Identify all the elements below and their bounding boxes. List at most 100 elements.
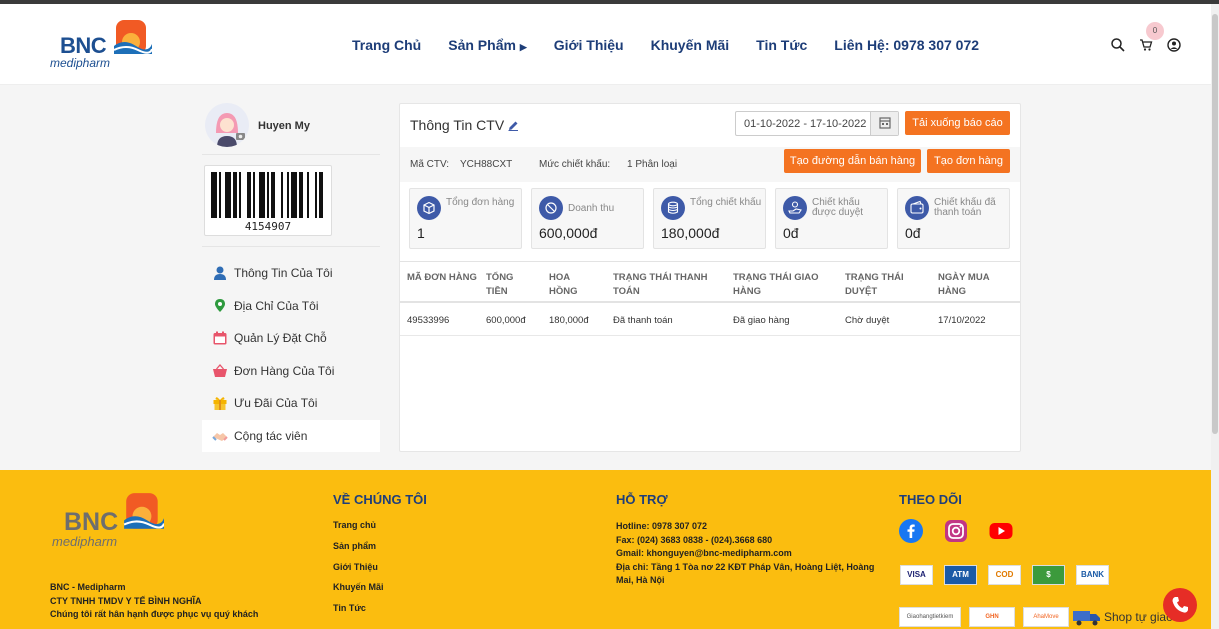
logo-subtext: medipharm	[52, 534, 118, 549]
column-header: Tổng tiền	[486, 272, 514, 297]
about-heading: VỀ CHÚNG TÔI	[333, 492, 427, 507]
footer-link-about[interactable]: Giới Thiệu	[333, 562, 384, 583]
nav-products[interactable]: Sản Phẩm ▶	[448, 37, 527, 53]
search-icon[interactable]	[1111, 38, 1125, 52]
bank-logo: BANK	[1076, 565, 1109, 585]
stat-total-commission: Tổng chiết khấu 180,000đ	[653, 188, 766, 249]
calendar-icon[interactable]	[870, 112, 898, 135]
stat-revenue: Doanh thu 600,000đ	[531, 188, 644, 249]
barcode-stripe	[325, 172, 327, 218]
stat-label: Tổng chiết khấu	[690, 197, 762, 208]
social-links	[899, 519, 1013, 543]
site-footer: BNC medipharm BNC - Medipharm CTY TNHH T…	[0, 470, 1211, 629]
nav-contact[interactable]: Liên Hệ: 0978 307 072	[834, 37, 979, 53]
company-info: BNC - Medipharm CTY TNHH TMDV Y TẾ BÌNH …	[50, 581, 258, 622]
menu-my-offers[interactable]: Ưu Đãi Của Tôi	[202, 387, 380, 420]
menu-my-info[interactable]: Thông Tin Của Tôi	[202, 257, 380, 290]
coins-stack-icon	[661, 196, 685, 220]
truck-icon	[1072, 607, 1102, 627]
cart-icon[interactable]	[1139, 38, 1153, 52]
nav-news[interactable]: Tin Tức	[756, 37, 807, 53]
about-links: Trang chủ Sản phẩm Giới Thiệu Khuyến Mãi…	[333, 520, 384, 624]
user-icon[interactable]	[1167, 38, 1181, 52]
ctv-info-panel: Thông Tin CTV 01-10-2022 - 17-10-2022 Tả…	[399, 103, 1021, 452]
basket-icon	[212, 363, 228, 379]
ctv-code-value: YCH88CXT	[460, 159, 513, 170]
column-header: Trạng thái thanh toán	[613, 272, 708, 297]
menu-label: Quản Lý Đặt Chỗ	[234, 331, 327, 346]
footer-link-promotions[interactable]: Khuyến Mãi	[333, 582, 384, 603]
main-nav: Trang Chủ Sản Phẩm ▶ Giới Thiệu Khuyến M…	[352, 37, 979, 53]
footer-link-home[interactable]: Trang chủ	[333, 520, 384, 541]
support-hotline: Hotline: 0978 307 072	[616, 521, 708, 531]
menu-my-orders[interactable]: Đơn Hàng Của Tôi	[202, 355, 380, 388]
handshake-icon	[212, 428, 228, 444]
nav-about[interactable]: Giới Thiệu	[554, 37, 624, 53]
menu-bookings[interactable]: Quản Lý Đặt Chỗ	[202, 322, 380, 355]
site-logo[interactable]: BNC medipharm	[50, 18, 165, 73]
support-email[interactable]: Gmail: khonguyen@bnc-medipharm.com	[616, 547, 886, 561]
create-order-button[interactable]: Tạo đơn hàng	[927, 149, 1010, 173]
date-range-value: 01-10-2022 - 17-10-2022	[744, 118, 867, 130]
nav-promotions[interactable]: Khuyến Mãi	[651, 37, 730, 53]
cart-count-badge: 0	[1146, 22, 1164, 40]
user-icon	[212, 265, 228, 281]
create-sales-link-button[interactable]: Tạo đường dẫn bán hàng	[784, 149, 921, 173]
date-range-picker[interactable]: 01-10-2022 - 17-10-2022	[735, 111, 899, 136]
scrollbar-thumb[interactable]	[1212, 14, 1218, 434]
company-line: CTY TNHH TMDV Y TẾ BÌNH NGHĨA	[50, 595, 202, 606]
stat-value: 180,000đ	[661, 225, 720, 241]
header-icons	[1111, 38, 1181, 52]
discount-level-value: 1 Phân loại	[627, 159, 678, 170]
stat-approved-commission: Chiết khấu được duyệt 0đ	[775, 188, 888, 249]
youtube-icon[interactable]	[989, 519, 1013, 543]
divider	[202, 246, 380, 247]
footer-logo[interactable]: BNC medipharm	[50, 490, 185, 552]
wallet-icon	[905, 196, 929, 220]
download-report-button[interactable]: Tải xuống báo cáo	[905, 111, 1010, 135]
divider	[202, 154, 380, 155]
stat-value: 1	[417, 225, 425, 241]
logo-subtext: medipharm	[50, 56, 111, 70]
column-header: Mã đơn hàng	[407, 272, 477, 283]
ctv-summary-row: Mã CTV: YCH88CXT Mức chiết khấu: 1 Phân …	[400, 147, 1020, 182]
phone-icon	[1172, 597, 1188, 613]
payment-methods: VISA ATM COD $ BANK	[900, 565, 1109, 585]
gift-icon	[212, 395, 228, 411]
avatar[interactable]	[205, 103, 249, 147]
footer-link-products[interactable]: Sản phẩm	[333, 541, 384, 562]
stat-label: Chiết khấu đã thanh toán	[934, 197, 996, 218]
stat-label: Chiết khấu được duyệt	[812, 197, 864, 218]
menu-my-address[interactable]: Địa Chỉ Của Tôi	[202, 290, 380, 323]
cash-logo: $	[1032, 565, 1065, 585]
footer-link-news[interactable]: Tin Tức	[333, 603, 384, 624]
site-header: BNC medipharm Trang Chủ Sản Phẩm ▶ Giới …	[0, 4, 1211, 85]
menu-label: Thông Tin Của Tôi	[234, 266, 333, 281]
stats-row: Tổng đơn hàng 1 Doanh thu 600,000đ Tổng …	[409, 188, 1010, 249]
facebook-icon[interactable]	[899, 519, 923, 543]
cod-logo: COD	[988, 565, 1021, 585]
menu-label: Địa Chỉ Của Tôi	[234, 298, 319, 313]
company-line: BNC - Medipharm	[50, 582, 126, 592]
ghtk-logo: Giaohangtietkiem	[899, 607, 961, 627]
stat-paid-commission: Chiết khấu đã thanh toán 0đ	[897, 188, 1010, 249]
cell-payment-status: Đã thanh toán	[613, 315, 673, 326]
stat-value: 0đ	[905, 225, 921, 241]
column-header: Hoa hồng	[549, 272, 578, 297]
box-icon	[417, 196, 441, 220]
support-address: Địa chỉ: Tầng 1 Tòa nơ 22 KĐT Pháp Vân, …	[616, 561, 875, 586]
hand-coin-icon	[783, 196, 807, 220]
menu-collaborator[interactable]: Cộng tác viên	[202, 419, 380, 452]
stat-label: Doanh thu	[568, 203, 615, 214]
support-fax: Fax: (024) 3683 0838 - (024).3668 680	[616, 534, 773, 545]
account-menu: Thông Tin Của Tôi Địa Chỉ Của Tôi Quản L…	[202, 257, 380, 452]
logo-text: BNC	[64, 508, 119, 536]
support-info: Hotline: 0978 307 072 Fax: (024) 3683 08…	[616, 520, 886, 588]
instagram-icon[interactable]	[944, 519, 968, 543]
edit-icon[interactable]	[508, 118, 519, 131]
page-scrollbar[interactable]	[1211, 4, 1219, 629]
cell-delivery-status: Đã giao hàng	[733, 315, 790, 326]
nav-home[interactable]: Trang Chủ	[352, 37, 421, 53]
call-button[interactable]	[1163, 588, 1197, 622]
follow-heading: THEO DÕI	[899, 492, 962, 507]
